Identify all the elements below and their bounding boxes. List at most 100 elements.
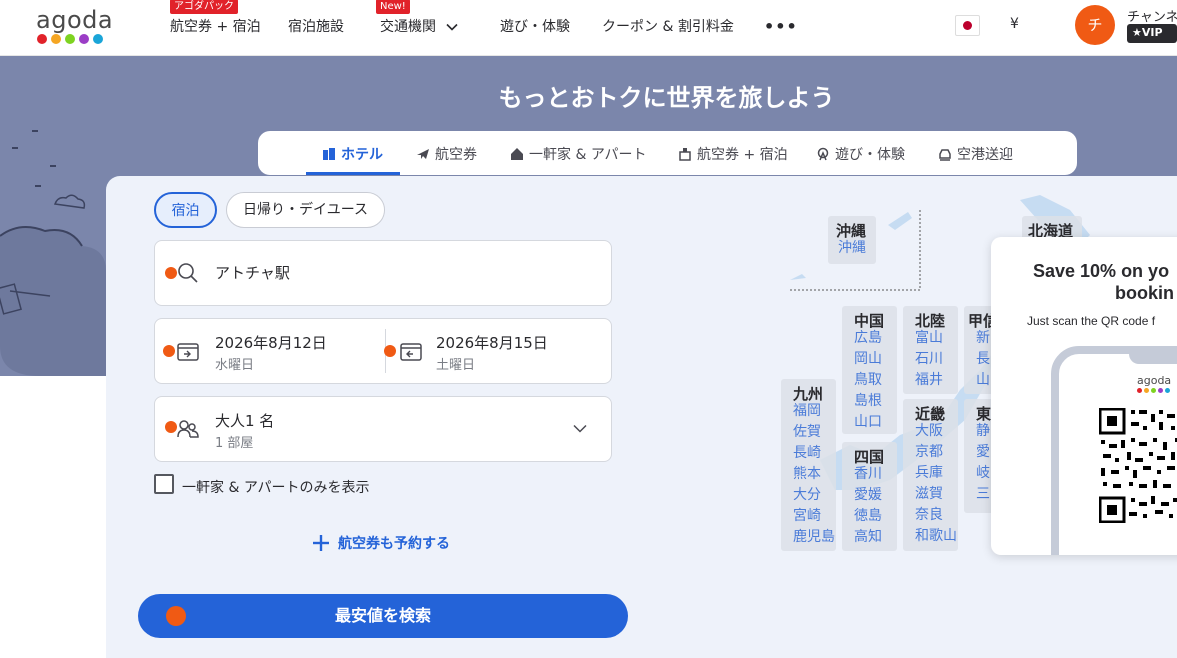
nav-flight-hotel[interactable]: 航空券 + 宿泊 xyxy=(170,16,261,36)
city-link[interactable]: 福岡 xyxy=(793,401,821,422)
phone-illustration: agoda xyxy=(1051,346,1177,555)
city-link[interactable]: 長崎 xyxy=(793,443,821,464)
nav-label: クーポン & 割引料金 xyxy=(602,19,734,35)
tab-activities[interactable]: 遊び・体験 xyxy=(816,144,905,164)
focus-dot xyxy=(165,267,177,279)
city-link[interactable]: 愛媛 xyxy=(854,485,882,506)
phone-logo: agoda xyxy=(1137,374,1172,387)
popup-title: Save 10% on yo xyxy=(1033,261,1170,281)
map-region-chugoku: 中国 広島 岡山 鳥取 島根 山口 xyxy=(842,306,897,434)
nav-badge-new: New! xyxy=(376,0,410,14)
city-link[interactable]: 富山 xyxy=(915,328,943,349)
qr-code-icon xyxy=(1099,408,1177,523)
city-link[interactable]: 佐賀 xyxy=(793,422,821,443)
map-region-koshin: 甲信 新 長 山 xyxy=(964,306,998,394)
phone-notch xyxy=(1129,346,1177,364)
city-link[interactable]: 高知 xyxy=(854,527,882,548)
search-button[interactable]: 最安値を検索 xyxy=(138,594,628,638)
japan-flag-icon[interactable] xyxy=(955,15,980,36)
city-link[interactable]: 沖縄 xyxy=(838,238,866,259)
agoda-logo[interactable]: agoda xyxy=(36,6,114,50)
city-link[interactable]: 熊本 xyxy=(793,464,821,485)
city-link[interactable]: 島根 xyxy=(854,391,882,412)
homes-only-checkbox[interactable] xyxy=(154,474,174,494)
nav-badge-package: アゴダパック xyxy=(170,0,238,14)
logo-text: agoda xyxy=(36,6,114,34)
city-link[interactable]: 京都 xyxy=(915,442,943,463)
stay-type-overnight[interactable]: 宿泊 xyxy=(154,192,217,228)
tab-homes[interactable]: 一軒家 & アパート xyxy=(510,144,647,164)
tab-airport-transfer[interactable]: 空港送迎 xyxy=(938,144,1013,164)
ferris-wheel-icon xyxy=(817,147,829,161)
city-link[interactable]: 広島 xyxy=(854,328,882,349)
tab-label: ホテル xyxy=(341,147,383,163)
city-link[interactable]: 山 xyxy=(976,370,990,391)
city-link[interactable]: 岐 xyxy=(976,463,990,484)
map-region-hokuriku: 北陸 富山 石川 福井 xyxy=(903,306,958,394)
destination-value: アトチャ駅 xyxy=(215,264,290,282)
city-link[interactable]: 徳島 xyxy=(854,506,882,527)
city-link[interactable]: 岡山 xyxy=(854,349,882,370)
homes-only-label: 一軒家 & アパートのみを表示 xyxy=(182,480,370,496)
city-link[interactable]: 三 xyxy=(976,484,990,505)
user-name[interactable]: チャンネ xyxy=(1127,6,1177,25)
tab-label: 航空券 xyxy=(435,147,477,163)
guests-value: 大人1 名 xyxy=(215,412,275,430)
city-link[interactable]: 大分 xyxy=(793,485,821,506)
city-link[interactable]: 鹿児島 xyxy=(793,527,835,548)
city-link[interactable]: 奈良 xyxy=(915,505,943,526)
destination-field[interactable]: アトチャ駅 xyxy=(154,240,612,306)
tab-flights[interactable]: 航空券 xyxy=(416,144,477,164)
popup-subtitle: Just scan the QR code f xyxy=(1027,314,1156,328)
city-link[interactable]: 滋賀 xyxy=(915,484,943,505)
tab-hotel[interactable]: ホテル xyxy=(322,144,383,164)
city-link[interactable]: 石川 xyxy=(915,349,943,370)
house-icon xyxy=(511,148,523,160)
city-link[interactable]: 愛 xyxy=(976,442,990,463)
map-region-tokai: 東 静 愛 岐 三 xyxy=(964,399,994,513)
city-link[interactable]: 鳥取 xyxy=(854,370,882,391)
city-link[interactable]: 香川 xyxy=(854,464,882,485)
currency-selector[interactable]: ¥ xyxy=(1010,16,1019,32)
focus-dot xyxy=(163,345,175,357)
nav-transport[interactable]: 交通機関 xyxy=(380,16,459,36)
tab-label: 航空券 + 宿泊 xyxy=(697,147,788,163)
chevron-down-icon xyxy=(446,23,459,31)
city-link[interactable]: 兵庫 xyxy=(915,463,943,484)
search-button-label: 最安値を検索 xyxy=(334,606,431,625)
tab-label: 空港送迎 xyxy=(957,147,1013,163)
checkin-day: 水曜日 xyxy=(215,358,255,373)
focus-dot xyxy=(166,606,186,626)
city-link[interactable]: 新 xyxy=(976,328,990,349)
add-flight-link[interactable]: 航空券も予約する xyxy=(312,533,450,553)
phone-logo-dots xyxy=(1137,388,1170,393)
map-region-shikoku: 四国 香川 愛媛 徳島 高知 xyxy=(842,442,897,551)
stay-type-dayuse[interactable]: 日帰り・デイユース xyxy=(226,192,385,228)
guests-field[interactable]: 大人1 名 1 部屋 xyxy=(154,396,612,462)
add-flight-label: 航空券も予約する xyxy=(338,536,450,552)
more-menu-icon[interactable]: ••• xyxy=(764,17,798,36)
city-link[interactable]: 大阪 xyxy=(915,421,943,442)
city-link[interactable]: 山口 xyxy=(854,412,882,433)
map-region-kyushu: 九州 福岡 佐賀 長崎 熊本 大分 宮崎 鹿児島 xyxy=(781,379,836,551)
city-link[interactable]: 宮崎 xyxy=(793,506,821,527)
city-link[interactable]: 静 xyxy=(976,421,990,442)
nav-coupons[interactable]: クーポン & 割引料金 xyxy=(602,16,734,36)
calendar-in-icon xyxy=(177,343,199,361)
checkin-field[interactable]: 2026年8月12日 水曜日 xyxy=(155,319,384,383)
nav-activities[interactable]: 遊び・体験 xyxy=(500,16,570,36)
checkout-date: 2026年8月15日 xyxy=(436,334,548,352)
map-region-okinawa: 沖縄 沖縄 xyxy=(828,216,876,264)
popup-title-line2: bookin xyxy=(1115,283,1174,303)
nav-accommodation[interactable]: 宿泊施設 xyxy=(288,16,344,36)
car-icon xyxy=(939,149,951,161)
app-promo-popup[interactable]: Save 10% on yo bookin Just scan the QR c… xyxy=(991,237,1177,555)
city-link[interactable]: 長 xyxy=(976,349,990,370)
city-link[interactable]: 和歌山 xyxy=(915,526,957,547)
tab-packages[interactable]: 航空券 + 宿泊 xyxy=(678,144,788,164)
checkout-field[interactable]: 2026年8月15日 土曜日 xyxy=(384,319,611,383)
avatar[interactable]: チ xyxy=(1075,5,1115,45)
tab-label: 一軒家 & アパート xyxy=(529,147,647,163)
city-link[interactable]: 福井 xyxy=(915,370,943,391)
rooms-value: 1 部屋 xyxy=(215,436,254,451)
